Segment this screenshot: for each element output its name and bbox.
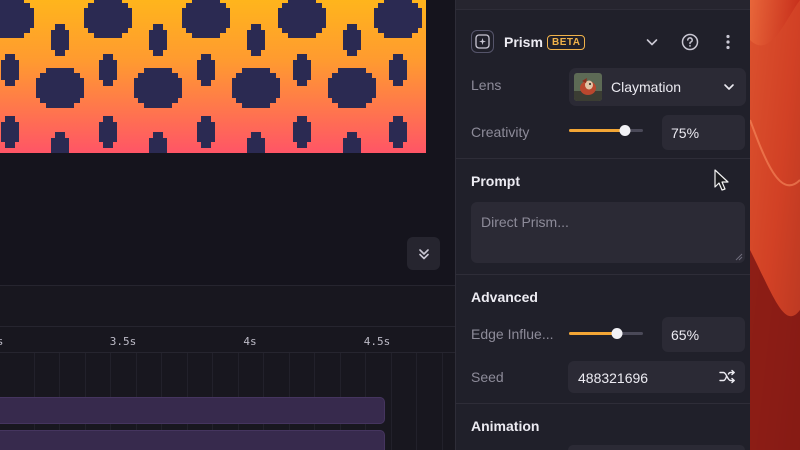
tick-label: 4s — [243, 335, 257, 348]
creativity-input[interactable]: 75% — [662, 115, 745, 150]
divider — [456, 274, 751, 275]
lens-dropdown[interactable]: Claymation — [569, 68, 746, 106]
help-button[interactable] — [679, 31, 701, 53]
seed-value: 488321696 — [578, 370, 649, 386]
seed-label: Seed — [471, 369, 504, 385]
animation-title: Animation — [471, 418, 540, 434]
prompt-placeholder: Direct Prism... — [481, 214, 569, 230]
more-options-button[interactable] — [717, 31, 739, 53]
edge-influence-slider[interactable] — [569, 327, 643, 341]
edge-influence-input[interactable]: 65% — [662, 317, 745, 352]
panel-top-edge — [456, 0, 751, 10]
mouse-cursor-icon — [714, 169, 729, 191]
timeline-clip[interactable] — [0, 397, 385, 424]
grid-line — [416, 353, 417, 450]
tick-label: 4.5s — [363, 335, 391, 348]
shuffle-icon[interactable] — [719, 369, 736, 384]
seed-input[interactable]: 488321696 — [568, 361, 745, 393]
chevron-down-icon — [646, 39, 658, 46]
lens-thumbnail — [574, 73, 602, 101]
animation-field[interactable] — [568, 445, 745, 450]
timeline: s 3.5s 4s 4.5s — [0, 285, 455, 450]
beta-badge: BETA — [547, 35, 586, 50]
desktop-wallpaper — [750, 0, 800, 450]
lens-value: Claymation — [611, 79, 682, 95]
creativity-slider[interactable] — [569, 124, 643, 138]
sparkle-square-icon — [471, 30, 494, 53]
collapse-button[interactable] — [407, 237, 440, 270]
grid-line — [391, 353, 392, 450]
advanced-title: Advanced — [471, 289, 538, 305]
panel-title: Prism — [504, 34, 543, 50]
slider-knob[interactable] — [611, 328, 623, 339]
divider — [456, 158, 751, 159]
question-circle-icon — [681, 33, 699, 51]
preview-canvas[interactable] — [0, 0, 426, 153]
prompt-textarea[interactable]: Direct Prism... — [471, 202, 745, 263]
edge-influence-label: Edge Influe... — [471, 326, 554, 342]
chevron-down-icon — [724, 84, 734, 90]
slider-fill — [569, 129, 625, 132]
slider-knob[interactable] — [619, 125, 630, 136]
lens-label: Lens — [471, 77, 502, 93]
slider-fill — [569, 332, 618, 335]
timeline-clip[interactable] — [0, 430, 385, 450]
chevron-double-down-icon — [418, 248, 429, 259]
tick-label: s — [0, 335, 3, 348]
editor-area: s 3.5s 4s 4.5s — [0, 0, 455, 450]
prism-panel: Prism BETA Lens Claymation Creativity 75… — [455, 0, 751, 450]
grid-line — [442, 353, 443, 450]
prompt-title: Prompt — [471, 173, 520, 189]
tick-label: 3.5s — [109, 335, 137, 348]
resize-grip-icon[interactable] — [734, 252, 743, 261]
creativity-label: Creativity — [471, 124, 530, 140]
pixel-pattern — [0, 0, 422, 153]
time-ruler[interactable]: s 3.5s 4s 4.5s — [0, 326, 455, 353]
divider — [456, 403, 751, 404]
panel-collapse-button[interactable] — [641, 31, 663, 53]
vertical-ellipsis-icon — [726, 34, 730, 50]
